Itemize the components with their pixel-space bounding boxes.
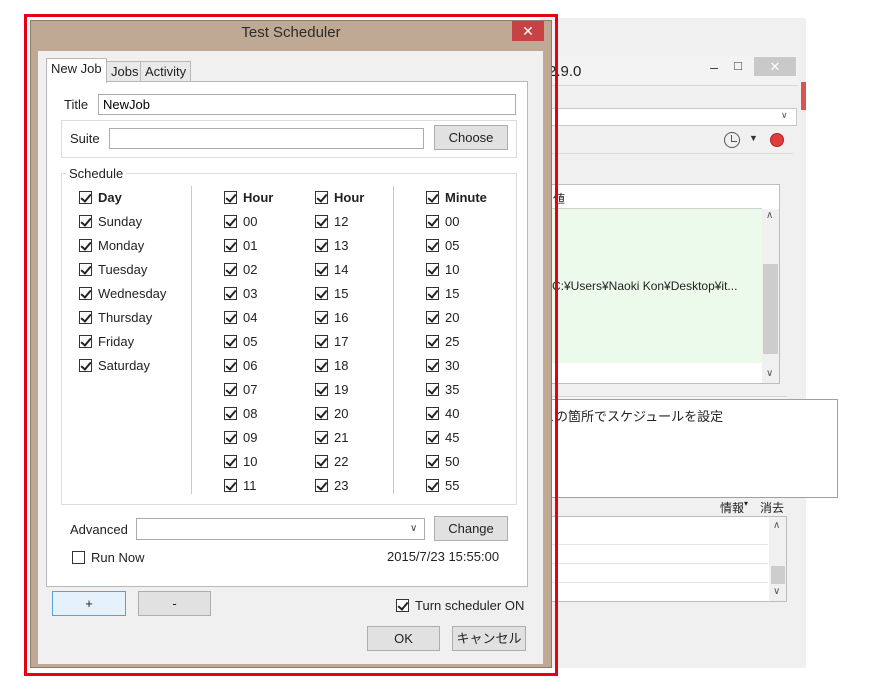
log-divider bbox=[548, 563, 768, 564]
background-close-icon[interactable]: ✕ bbox=[754, 57, 796, 76]
path-value: C:¥Users¥Naoki Kon¥Desktop¥it... bbox=[552, 279, 738, 293]
scroll-up-icon[interactable]: ∧ bbox=[766, 210, 773, 221]
clock-icon[interactable] bbox=[724, 132, 740, 148]
log-list bbox=[547, 516, 787, 602]
maximize-icon[interactable]: □ bbox=[728, 56, 748, 80]
highlight-frame bbox=[24, 14, 558, 676]
clear-button[interactable]: 消去 bbox=[760, 499, 784, 516]
log-divider bbox=[548, 544, 768, 545]
background-combo[interactable] bbox=[547, 108, 797, 126]
tab-new-job[interactable]: New Job bbox=[46, 58, 107, 83]
minimize-icon[interactable]: – bbox=[704, 56, 724, 80]
scrollbar-thumb[interactable] bbox=[763, 264, 778, 354]
info-menu[interactable]: 情報▾ bbox=[720, 499, 748, 516]
log-divider bbox=[548, 582, 768, 583]
info-label: 情報 bbox=[720, 501, 745, 515]
log-scrollbar-thumb[interactable] bbox=[771, 566, 785, 584]
info-caret-icon: ▾ bbox=[744, 499, 749, 508]
list-header bbox=[548, 185, 762, 209]
dropdown-caret-icon[interactable]: ▼ bbox=[749, 133, 758, 143]
chevron-down-icon[interactable]: ∨ bbox=[781, 110, 788, 121]
accent-strip bbox=[801, 82, 806, 110]
scroll-up-icon[interactable]: ∧ bbox=[773, 520, 780, 531]
record-icon[interactable] bbox=[770, 133, 784, 147]
scroll-down-icon[interactable]: ∨ bbox=[773, 586, 780, 597]
scroll-down-icon[interactable]: ∨ bbox=[766, 368, 773, 379]
annotation-callout: この箇所でスケジュールを設定 bbox=[533, 399, 838, 498]
